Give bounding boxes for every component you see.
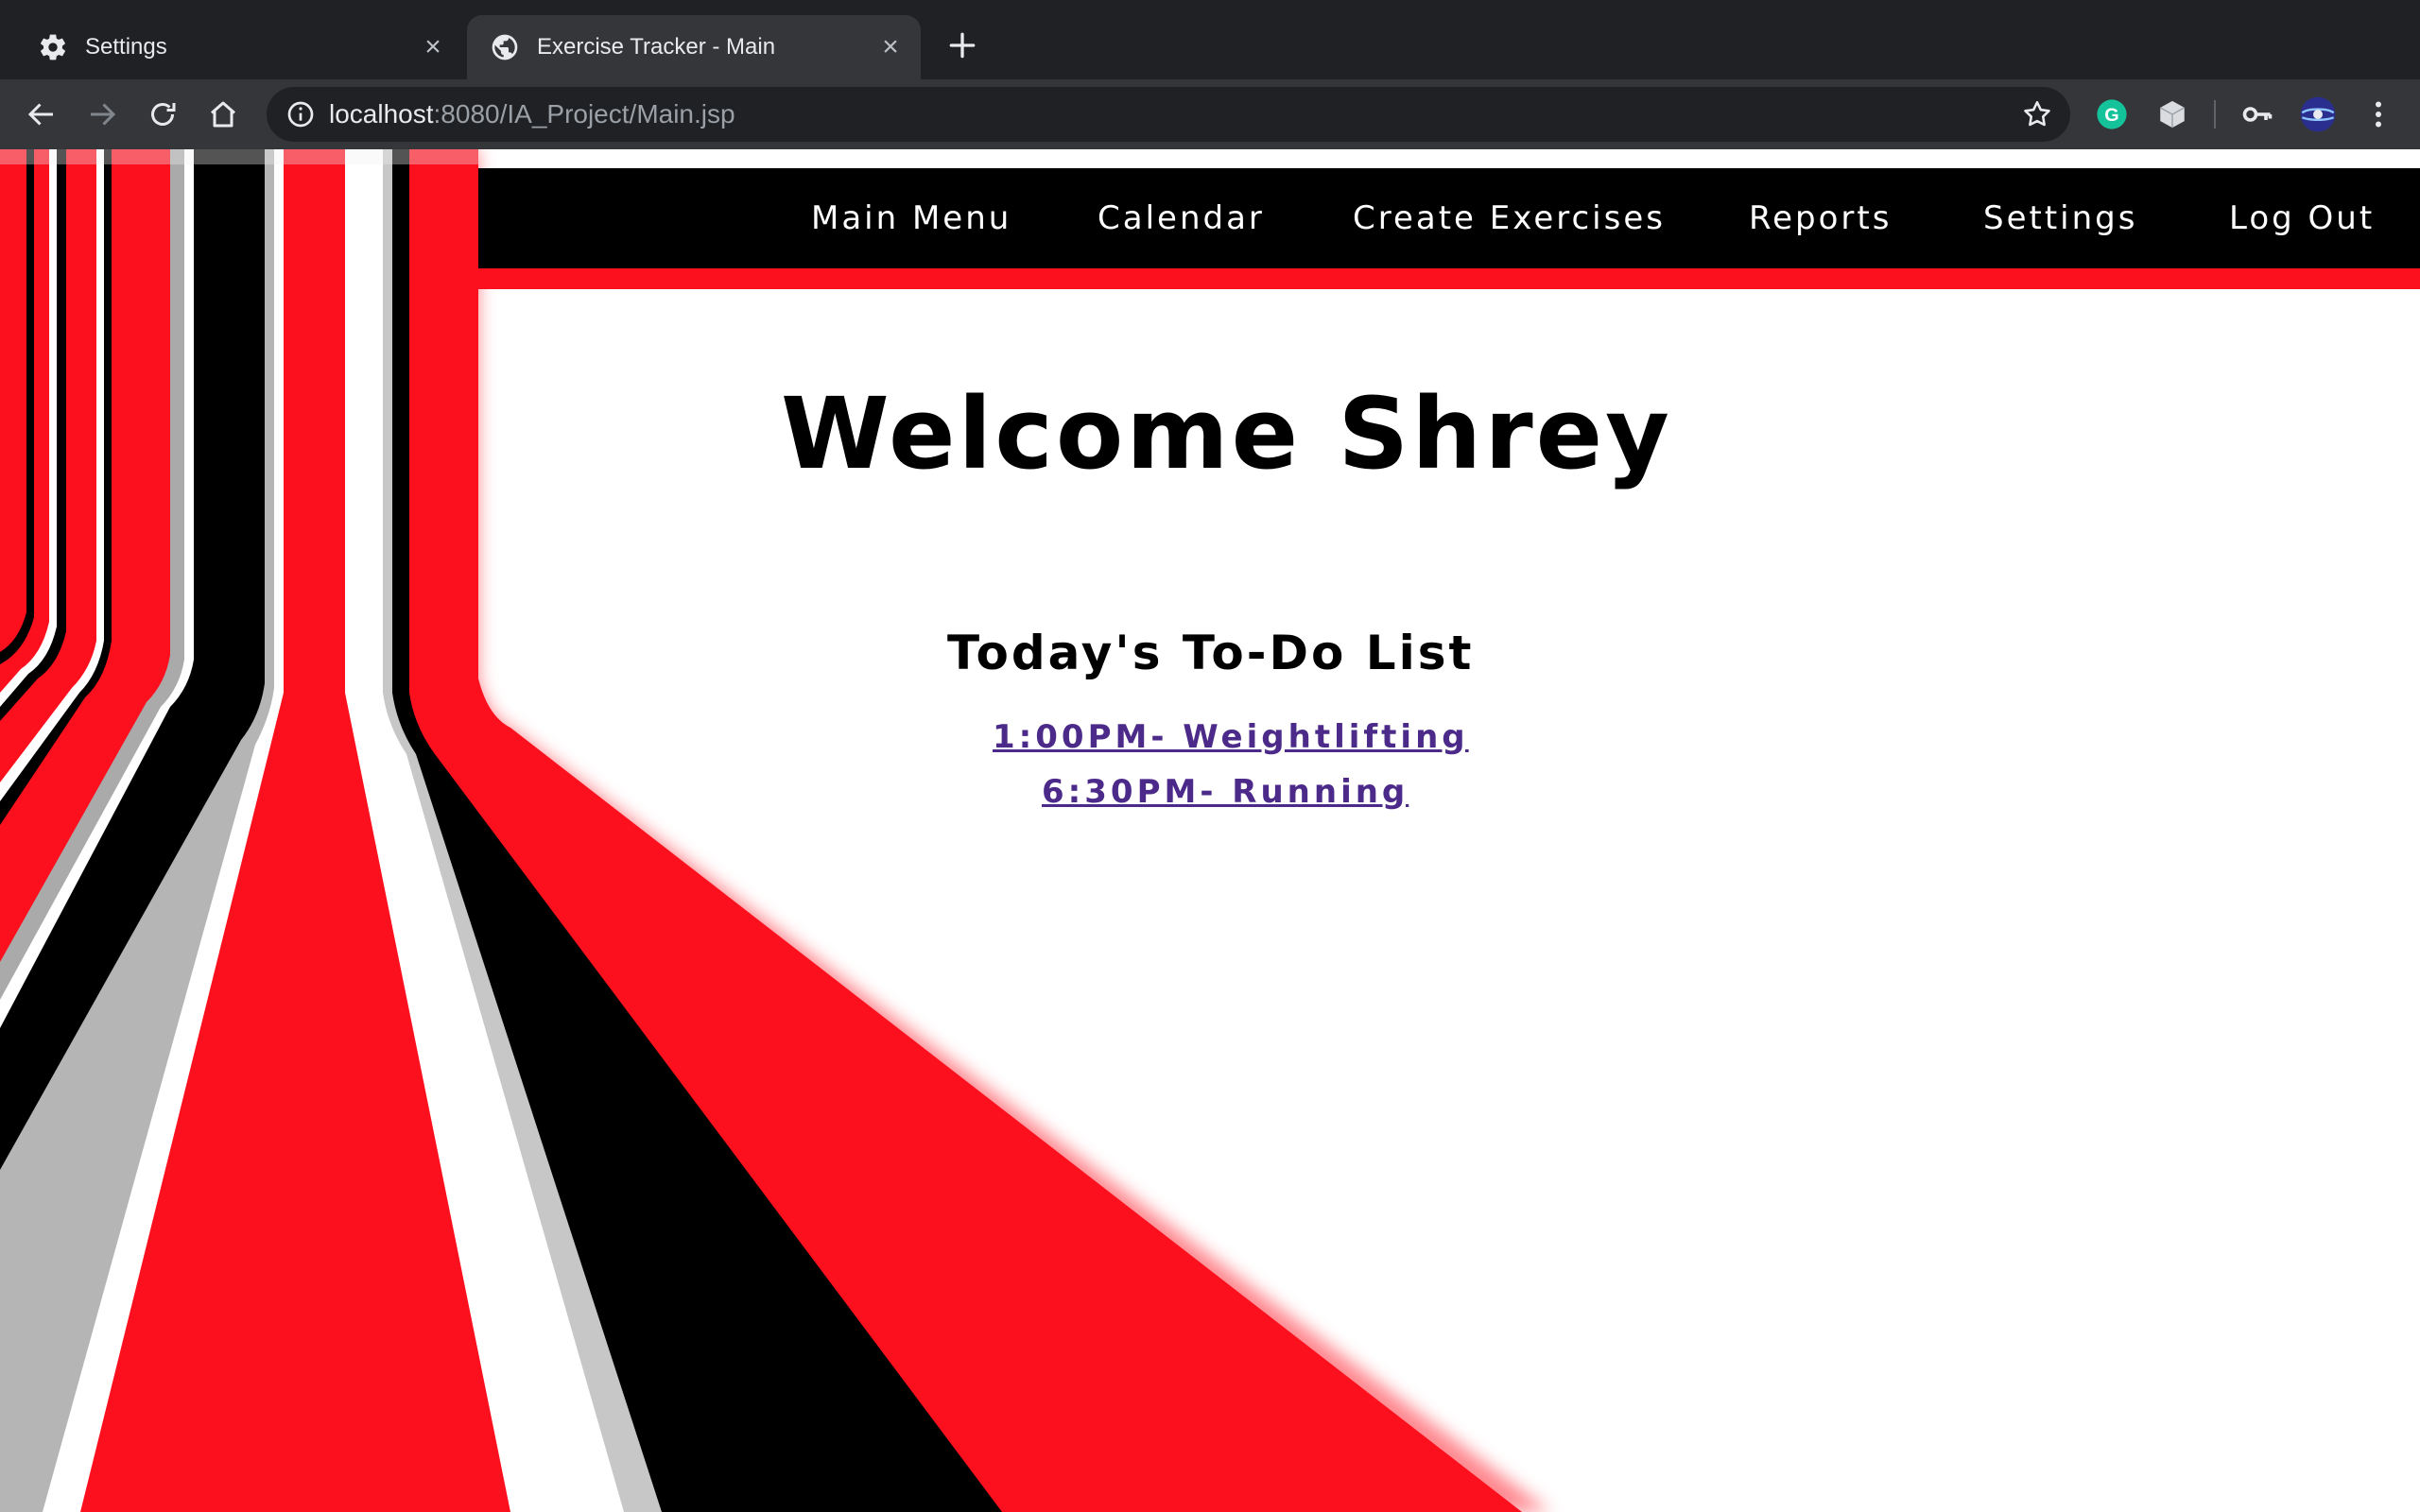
cube-extension-icon[interactable] [2153, 95, 2191, 133]
grammarly-icon[interactable]: G [2093, 95, 2131, 133]
nav-calendar[interactable]: Calendar [1098, 168, 1265, 268]
close-tab-icon[interactable]: × [875, 32, 906, 62]
page-title: Welcome Shrey [781, 376, 1672, 491]
tab-settings[interactable]: Settings × [0, 15, 463, 79]
todo-item-link[interactable]: 6:30PM- Running [1042, 773, 1409, 811]
main-navbar: Main Menu Calendar Create Exercises Repo… [478, 168, 2420, 268]
navbar-accent-line [478, 268, 2420, 289]
tab-title: Exercise Tracker - Main [537, 34, 776, 60]
arrow-left-icon [27, 103, 53, 126]
tab-title: Settings [85, 34, 167, 60]
new-tab-button[interactable] [943, 26, 981, 64]
arrow-right-icon [91, 103, 116, 126]
home-icon [211, 101, 235, 128]
globe-icon [490, 32, 520, 62]
url-text[interactable]: localhost:8080/IA_Project/Main.jsp [329, 98, 735, 130]
svg-text:G: G [2104, 105, 2118, 126]
nav-settings[interactable]: Settings [1983, 168, 2137, 268]
page-viewport: Main Menu Calendar Create Exercises Repo… [0, 149, 2420, 1512]
menu-kebab-icon[interactable] [2360, 95, 2397, 133]
todo-item-link[interactable]: 1:00PM- Weightlifting [993, 718, 1469, 756]
nav-reports[interactable]: Reports [1749, 168, 1892, 268]
key-icon[interactable] [2238, 95, 2276, 133]
nav-create-exercises[interactable]: Create Exercises [1353, 168, 1666, 268]
todo-heading: Today's To-Do List [947, 626, 1475, 680]
tab-exercise-tracker-main[interactable]: Exercise Tracker - Main × [467, 15, 921, 79]
nav-log-out[interactable]: Log Out [2229, 168, 2375, 268]
address-bar[interactable]: localhost:8080/IA_Project/Main.jsp [267, 87, 2070, 142]
toolbar-divider [2214, 100, 2216, 129]
profile-avatar[interactable] [2299, 95, 2337, 133]
url-host: localhost [329, 99, 434, 129]
home-button[interactable] [204, 95, 242, 133]
plus-icon [949, 32, 976, 59]
reload-button[interactable] [144, 95, 182, 133]
bookmark-star-icon[interactable] [2021, 98, 2053, 130]
background-stripes-art [0, 149, 1550, 1512]
info-icon[interactable] [285, 99, 316, 129]
reload-icon [151, 103, 176, 126]
nav-main-menu[interactable]: Main Menu [811, 168, 1011, 268]
browser-tab-strip: Settings × Exercise Tracker - Main × [0, 0, 2420, 79]
url-path: :8080/IA_Project/Main.jsp [433, 99, 735, 129]
browser-toolbar: localhost:8080/IA_Project/Main.jsp G [0, 79, 2420, 149]
gear-icon [38, 32, 68, 62]
back-button[interactable] [23, 95, 60, 133]
close-tab-icon[interactable]: × [418, 32, 448, 62]
forward-button[interactable] [83, 95, 121, 133]
